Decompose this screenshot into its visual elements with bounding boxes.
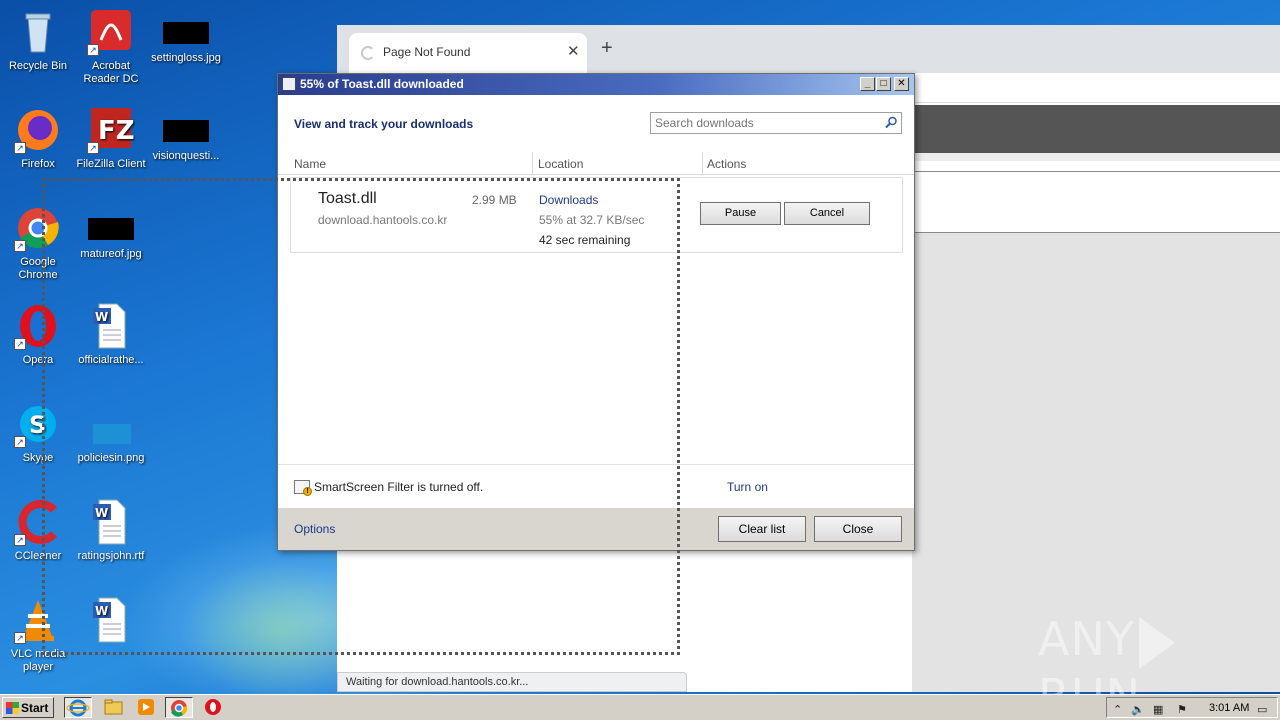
start-label: Start [21,701,49,715]
shortcut-arrow-icon: ↗ [14,338,26,350]
folder-icon [104,699,123,715]
desktop-icon-acrobat[interactable]: ↗ Acrobat Reader DC [73,8,149,86]
shortcut-arrow-icon: ↗ [87,44,99,56]
desktop-icon-visionquesti[interactable]: visionquesti... [148,106,224,163]
header-divider [278,174,914,175]
volume-icon[interactable]: 🔈 [1131,703,1145,716]
recycle-bin-icon [14,8,62,56]
taskbar-media-player[interactable] [133,697,161,718]
page-subheader-bar [912,153,1280,161]
page-header-bar [912,105,1280,153]
close-dialog-button[interactable]: Close [814,516,902,542]
shortcut-arrow-icon: ↗ [14,142,26,154]
taskbar-internet-explorer[interactable] [64,697,92,718]
turn-on-smartscreen-link[interactable]: Turn on [727,480,768,494]
tab-strip: Page Not Found ✕ + [337,25,1280,73]
column-divider [532,152,533,174]
close-tab-icon[interactable]: ✕ [567,42,580,60]
close-window-button[interactable]: ✕ [894,77,909,91]
browser-status-bar: Waiting for download.hantools.co.kr... [337,672,687,692]
show-desktop-icon[interactable]: ▭ [1257,703,1267,716]
start-button[interactable]: Start [2,697,54,718]
filezilla-icon: FZ ↗ [87,106,135,154]
shortcut-arrow-icon: ↗ [14,240,26,252]
search-input[interactable] [651,113,871,133]
desktop-icon-filezilla[interactable]: FZ ↗ FileZilla Client [73,106,149,171]
page-content-box [912,171,1280,233]
clear-list-button[interactable]: Clear list [718,516,806,542]
cancel-download-button[interactable]: Cancel [784,202,870,225]
watermark-left: ANY [1038,612,1135,666]
taskbar-explorer[interactable] [100,697,128,718]
media-player-icon [138,699,154,715]
taskbar-opera[interactable] [200,697,228,718]
download-app-icon [282,77,296,91]
minimize-button[interactable]: _ [860,77,875,91]
selection-rectangle [42,178,680,655]
action-center-flag-icon[interactable]: ⚑ [1177,703,1187,716]
column-header-name[interactable]: Name [294,152,326,174]
dialog-title-bar[interactable]: 55% of Toast.dll downloaded _ □ ✕ [278,74,914,95]
image-file-icon [163,22,209,44]
dialog-heading: View and track your downloads [294,117,474,131]
shortcut-arrow-icon: ↗ [14,632,26,644]
column-header-location[interactable]: Location [538,152,583,174]
new-tab-icon[interactable]: + [601,37,613,60]
show-hidden-icons-icon[interactable]: ⌃ [1113,703,1122,716]
shortcut-arrow-icon: ↗ [14,534,26,546]
desktop-icon-firefox[interactable]: ↗ Firefox [0,106,76,171]
taskbar-chrome[interactable] [165,697,193,718]
column-divider [702,152,703,174]
loading-spinner-icon [361,46,375,60]
tab-title: Page Not Found [383,45,471,59]
taskbar-clock[interactable]: 3:01 AM [1209,702,1249,714]
image-file-icon [163,120,209,142]
desktop-icon-recycle-bin[interactable]: Recycle Bin [0,8,76,73]
acrobat-icon: ↗ [87,8,135,56]
shortcut-arrow-icon: ↗ [14,436,26,448]
search-icon[interactable] [885,116,898,129]
maximize-button[interactable]: □ [876,77,891,91]
column-header-actions: Actions [707,157,747,171]
internet-explorer-icon [66,699,90,717]
opera-icon [205,699,221,715]
chrome-icon [171,700,188,717]
tab-page-not-found[interactable]: Page Not Found ✕ [349,33,587,73]
pause-button[interactable]: Pause [700,202,781,225]
network-icon[interactable]: ▦ [1153,703,1163,716]
play-logo-icon [1138,616,1175,669]
firefox-icon: ↗ [14,106,62,154]
shortcut-arrow-icon: ↗ [87,142,99,154]
system-tray: ⌃ 🔈 ▦ ⚑ ▭ [1106,697,1278,718]
svg-text:FZ: FZ [98,116,135,146]
taskbar: Start ⌃ 🔈 ▦ ⚑ ▭ 3:01 AM [0,694,1280,720]
windows-logo-icon [6,702,19,714]
desktop-icon-settingloss[interactable]: settingloss.jpg [148,8,224,65]
dialog-title: 55% of Toast.dll downloaded [300,77,464,91]
search-downloads-field[interactable] [650,112,902,134]
